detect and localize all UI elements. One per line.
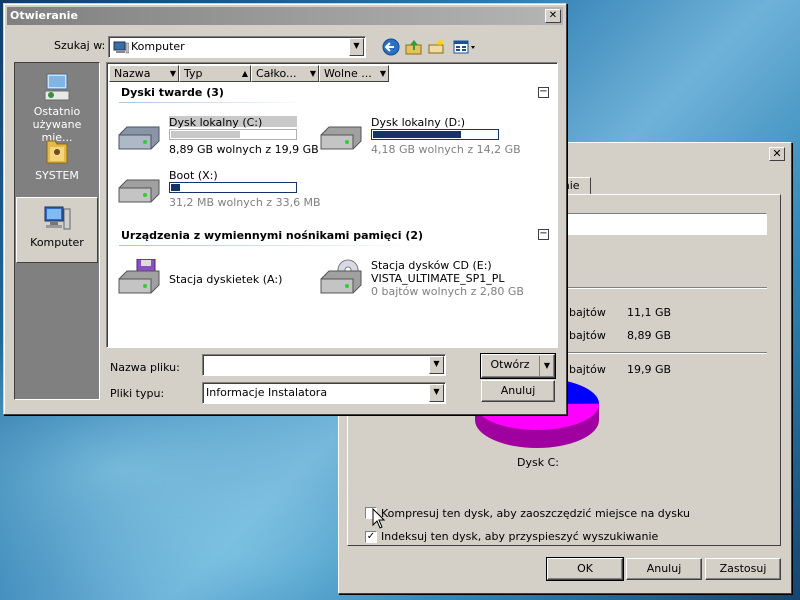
collapse-icon[interactable]: − bbox=[538, 229, 549, 240]
disk-label: Dysk C: bbox=[517, 456, 559, 469]
hard-drive-icon bbox=[118, 179, 160, 203]
chevron-down-icon: ▼ bbox=[169, 69, 176, 78]
column-header-name[interactable]: Nazwa ▼ bbox=[109, 65, 179, 82]
drive-x-name[interactable]: Boot (X:) bbox=[169, 169, 218, 182]
open-file-dialog: Otwieranie ✕ Szukaj w: Komputer ▼ Ostatn… bbox=[3, 3, 567, 415]
mouse-cursor-icon bbox=[372, 508, 386, 529]
place-recent[interactable]: Ostatnio używane mie... bbox=[16, 71, 98, 144]
window-title: Otwieranie bbox=[10, 9, 78, 22]
drive-x-free: 31,2 MB wolnych z 33,6 MB bbox=[169, 196, 321, 209]
open-button-label: Otwórz bbox=[490, 358, 530, 371]
filetype-value: Informacje Instalatora bbox=[206, 386, 328, 399]
capacity-fill bbox=[171, 131, 240, 138]
look-in-dropdown[interactable]: Komputer ▼ bbox=[108, 36, 366, 58]
column-label: Nazwa bbox=[114, 67, 151, 80]
places-bar: Ostatnio używane mie... SYSTEM Komputer bbox=[14, 62, 100, 400]
drive-d-capacity-bar bbox=[371, 129, 499, 140]
volume-label-input[interactable] bbox=[561, 213, 767, 235]
look-in-label: Szukaj w: bbox=[54, 39, 106, 52]
user-folder-icon bbox=[46, 140, 68, 164]
free-space-bytes: bajtów bbox=[569, 329, 606, 342]
column-header-free[interactable]: Wolne ... ▼ bbox=[319, 65, 389, 82]
cd-drive-icon bbox=[320, 259, 362, 294]
column-header-type[interactable]: Typ ▲ bbox=[179, 65, 251, 82]
new-folder-icon[interactable] bbox=[427, 37, 447, 57]
column-label: Wolne ... bbox=[324, 67, 372, 80]
drive-d-name[interactable]: Dysk lokalny (D:) bbox=[371, 116, 465, 129]
column-header-total[interactable]: Całko... ▼ bbox=[251, 65, 319, 82]
chevron-down-icon: ▼ bbox=[379, 69, 386, 78]
file-list[interactable]: Nazwa ▼ Typ ▲ Całko... ▼ Wolne ... ▼ Dyski t… bbox=[106, 62, 558, 348]
chevron-down-icon: ▼ bbox=[309, 69, 316, 78]
used-space-bytes: bajtów bbox=[569, 306, 606, 319]
used-space-gb: 11,1 GB bbox=[627, 306, 672, 319]
compress-label: Kompresuj ten dysk, aby zaoszczędzić mie… bbox=[381, 507, 691, 520]
up-folder-icon[interactable] bbox=[404, 37, 424, 57]
cancel-button[interactable]: Anuluj bbox=[481, 380, 555, 402]
drive-e-free: 0 bajtów wolnych z 2,80 GB bbox=[371, 285, 524, 298]
place-label: SYSTEM bbox=[35, 169, 79, 182]
drive-d-free: 4,18 GB wolnych z 14,2 GB bbox=[371, 143, 521, 156]
computer-icon bbox=[44, 206, 71, 230]
drive-c-capacity-bar bbox=[169, 129, 297, 140]
separator bbox=[561, 352, 767, 354]
column-label: Całko... bbox=[256, 67, 297, 80]
group-divider bbox=[119, 245, 419, 246]
drive-c-name[interactable]: Dysk lokalny (C:) bbox=[169, 116, 262, 129]
free-space-gb: 8,89 GB bbox=[627, 329, 672, 342]
drive-e-name[interactable]: Stacja dysków CD (E:) bbox=[371, 259, 492, 272]
chevron-down-icon[interactable]: ▼ bbox=[429, 384, 444, 402]
hard-drive-icon bbox=[118, 126, 160, 150]
chevron-down-icon[interactable]: ▼ bbox=[349, 38, 364, 56]
capacity-bytes: bajtów bbox=[569, 363, 606, 376]
open-dialog-close-button[interactable]: ✕ bbox=[545, 9, 561, 23]
open-button[interactable]: Otwórz ▼ bbox=[480, 353, 556, 379]
place-computer[interactable]: Komputer bbox=[16, 197, 98, 263]
chevron-down-icon[interactable]: ▼ bbox=[539, 356, 554, 376]
view-menu-icon[interactable] bbox=[452, 37, 478, 57]
computer-icon bbox=[113, 41, 129, 54]
place-label: Komputer bbox=[30, 236, 84, 249]
back-icon[interactable] bbox=[381, 37, 401, 57]
group-hard-drives[interactable]: Dyski twarde (3) bbox=[121, 86, 224, 99]
capacity-gb: 19,9 GB bbox=[627, 363, 672, 376]
recent-places-icon bbox=[44, 73, 70, 101]
ok-button[interactable]: OK bbox=[546, 557, 624, 581]
separator bbox=[561, 287, 767, 289]
look-in-value: Komputer bbox=[131, 40, 185, 53]
index-label: Indeksuj ten dysk, aby przyspieszyć wysz… bbox=[381, 530, 659, 543]
drive-c-free: 8,89 GB wolnych z 19,9 GB bbox=[169, 143, 319, 156]
index-checkbox[interactable]: ✓ bbox=[365, 531, 377, 543]
cancel-button[interactable]: Anuluj bbox=[626, 558, 702, 580]
filename-label: Nazwa pliku: bbox=[110, 361, 180, 374]
floppy-drive-icon bbox=[118, 259, 160, 294]
filename-input[interactable]: ▼ bbox=[202, 354, 446, 376]
group-divider bbox=[119, 102, 309, 103]
column-label: Typ bbox=[184, 67, 203, 80]
filetype-label: Pliki typu: bbox=[110, 387, 165, 400]
drive-x-capacity-bar bbox=[169, 182, 297, 193]
sort-arrow-icon: ▲ bbox=[241, 69, 248, 78]
hard-drive-icon bbox=[320, 126, 362, 150]
capacity-fill bbox=[171, 184, 180, 191]
chevron-down-icon[interactable]: ▼ bbox=[429, 356, 444, 374]
apply-button[interactable]: Zastosuj bbox=[705, 558, 781, 580]
collapse-icon[interactable]: − bbox=[538, 87, 549, 98]
group-removable-drives[interactable]: Urządzenia z wymiennymi nośnikami pamięc… bbox=[121, 229, 423, 242]
capacity-fill bbox=[373, 131, 461, 138]
place-system[interactable]: SYSTEM bbox=[16, 135, 98, 182]
drive-e-volume: VISTA_ULTIMATE_SP1_PL bbox=[371, 272, 505, 285]
filetype-dropdown[interactable]: Informacje Instalatora ▼ bbox=[202, 382, 446, 404]
drive-a-name[interactable]: Stacja dyskietek (A:) bbox=[169, 273, 282, 286]
properties-close-button[interactable]: ✕ bbox=[769, 147, 785, 161]
open-dialog-title-bar: Otwieranie ✕ bbox=[7, 7, 563, 25]
